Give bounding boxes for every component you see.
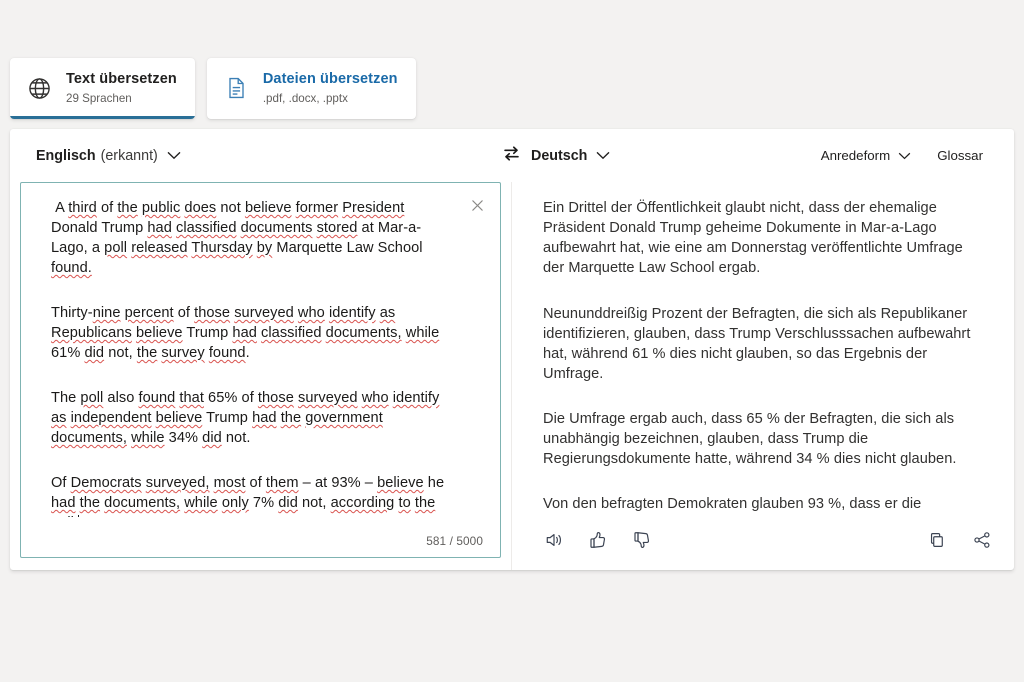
- chevron-down-icon: [596, 151, 610, 160]
- language-header: Englisch (erkannt) Deutsch Anredeform Gl…: [10, 129, 1014, 182]
- thumbs-down-icon: [632, 530, 652, 550]
- clear-source-button[interactable]: [464, 195, 490, 221]
- source-paragraph: The poll also found that 65% of those su…: [51, 389, 440, 446]
- chevron-down-icon: [898, 152, 911, 160]
- tab-title: Text übersetzen: [66, 71, 177, 87]
- speaker-icon: [544, 530, 564, 550]
- tab-file-translate[interactable]: Dateien übersetzen .pdf, .docx, .pptx: [206, 58, 416, 119]
- translation-panes: A third of the public does not believe f…: [10, 182, 1014, 570]
- source-language-selector[interactable]: Englisch (erkannt): [34, 143, 183, 169]
- target-paragraph: Die Umfrage ergab auch, dass 65 % der Be…: [543, 411, 957, 468]
- copy-icon: [927, 530, 947, 550]
- target-text: Ein Drittel der Öffentlichkeit glaubt ni…: [543, 198, 984, 518]
- character-counter: 581 / 5000: [426, 534, 483, 548]
- listen-button[interactable]: [540, 526, 568, 554]
- tab-subtitle: 29 Sprachen: [66, 91, 132, 105]
- tab-text-translate[interactable]: Text übersetzen 29 Sprachen: [10, 58, 195, 119]
- target-language-name: Deutsch: [531, 147, 588, 164]
- target-toolbar-left: [540, 526, 656, 554]
- target-paragraph: Ein Drittel der Öffentlichkeit glaubt ni…: [543, 200, 963, 277]
- source-textarea[interactable]: A third of the public does not believe f…: [20, 182, 501, 558]
- chevron-down-icon: [167, 151, 181, 160]
- header-actions: Anredeform Glossar: [810, 141, 994, 170]
- source-pane: A third of the public does not believe f…: [10, 182, 511, 570]
- formality-label: Anredeform: [820, 148, 891, 163]
- source-paragraph: Of Democrats surveyed, most of them – at…: [51, 474, 454, 517]
- target-language-selector[interactable]: Deutsch: [529, 144, 612, 168]
- source-language-name: Englisch: [36, 147, 96, 164]
- share-button[interactable]: [968, 526, 996, 554]
- share-icon: [972, 530, 992, 550]
- source-text-scroll: A third of the public does not believe f…: [21, 183, 500, 517]
- translator-page: Text übersetzen 29 Sprachen Dateien über…: [0, 0, 1024, 682]
- target-text-scroll: Ein Drittel der Öffentlichkeit glaubt ni…: [512, 182, 1014, 518]
- glossary-button[interactable]: Glossar: [926, 141, 994, 170]
- source-paragraph: Thirty-nine percent of those surveyed wh…: [51, 304, 440, 361]
- swap-arrows-icon: [502, 144, 521, 168]
- copy-button[interactable]: [923, 526, 951, 554]
- source-language-area: Englisch (erkannt): [10, 143, 511, 169]
- thumbs-down-button[interactable]: [628, 526, 656, 554]
- translator-card: Englisch (erkannt) Deutsch Anredeform Gl…: [10, 129, 1014, 570]
- target-paragraph: Von den befragten Demokraten glauben 93 …: [543, 496, 944, 518]
- globe-icon: [26, 75, 53, 102]
- formality-button[interactable]: Anredeform: [810, 141, 922, 170]
- target-pane: Ein Drittel der Öffentlichkeit glaubt ni…: [511, 182, 1014, 570]
- target-toolbar-right: [923, 526, 996, 554]
- active-tab-indicator: [10, 116, 195, 119]
- target-language-area: Deutsch Anredeform Glossar: [511, 141, 1014, 170]
- source-text: A third of the public does not believe f…: [51, 199, 454, 517]
- glossary-label: Glossar: [937, 148, 983, 163]
- text-cursor: [78, 514, 80, 517]
- document-icon: [223, 75, 250, 102]
- thumbs-up-button[interactable]: [584, 526, 612, 554]
- swap-languages-button[interactable]: [495, 140, 527, 172]
- mode-tabbar: Text übersetzen 29 Sprachen Dateien über…: [10, 58, 416, 119]
- tab-subtitle: .pdf, .docx, .pptx: [262, 91, 348, 105]
- source-language-detected: (erkannt): [100, 147, 158, 164]
- target-toolbar: [512, 518, 1014, 562]
- target-paragraph: Neununddreißig Prozent der Befragten, di…: [543, 305, 971, 382]
- tab-title: Dateien übersetzen: [262, 71, 398, 87]
- close-icon: [470, 198, 485, 218]
- source-paragraph: A third of the public does not believe f…: [51, 200, 427, 276]
- thumbs-up-icon: [588, 530, 608, 550]
